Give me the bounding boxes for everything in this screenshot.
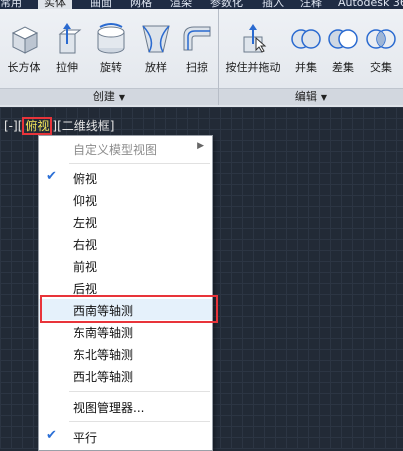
box-solid-icon bbox=[11, 26, 39, 54]
tab-home[interactable]: 常用 bbox=[0, 0, 22, 9]
view-context-menu: 自定义模型视图 ▶ ✔ 俯视 仰视 左视 右视 前视 后视 西南等轴测 东南等轴… bbox=[38, 135, 213, 451]
loft-icon bbox=[142, 25, 170, 53]
menu-item-view-manager[interactable]: 视图管理器... bbox=[39, 396, 212, 417]
tab-mesh[interactable]: 网格 bbox=[130, 0, 152, 9]
presspull-label: 按住并拖动 bbox=[225, 61, 281, 74]
sweep-icon bbox=[183, 26, 211, 51]
box-label: 长方体 bbox=[7, 61, 41, 74]
view-control[interactable]: 俯视 bbox=[22, 117, 53, 135]
menu-item-label: 右视 bbox=[73, 238, 98, 252]
menu-item-label: 仰视 bbox=[73, 194, 98, 208]
tab-annotate[interactable]: 注释 bbox=[300, 0, 322, 9]
intersect-button[interactable]: 交集 bbox=[361, 22, 401, 75]
panel-expand-icon: ▼ bbox=[320, 93, 328, 102]
union-label: 并集 bbox=[295, 61, 317, 74]
tab-parametric[interactable]: 参数化 bbox=[210, 0, 243, 9]
intersect-icon bbox=[366, 29, 396, 49]
tab-surface[interactable]: 曲面 bbox=[90, 0, 112, 9]
menu-item-custom-model-views: 自定义模型视图 ▶ bbox=[39, 138, 212, 159]
revolve-button[interactable]: 旋转 bbox=[91, 22, 131, 75]
ribbon: 常用 实体 曲面 网格 渲染 参数化 插入 注释 Autodesk 360 长方… bbox=[0, 0, 403, 107]
menu-item-parallel[interactable]: ✔ 平行 bbox=[39, 426, 212, 447]
menu-item-right[interactable]: 右视 bbox=[39, 233, 212, 254]
menu-separator bbox=[69, 421, 210, 422]
menu-item-label: 东北等轴测 bbox=[73, 348, 134, 362]
create-panel-title-text: 创建 bbox=[92, 90, 115, 103]
extrude-label: 拉伸 bbox=[56, 61, 78, 74]
menu-item-label: 自定义模型视图 bbox=[73, 143, 158, 157]
viewport-label-end: ] bbox=[109, 119, 115, 133]
menu-item-label: 左视 bbox=[73, 216, 98, 230]
menu-item-label: 东南等轴测 bbox=[73, 326, 134, 340]
menu-item-label: 前视 bbox=[73, 260, 98, 274]
submenu-arrow-icon: ▶ bbox=[197, 141, 204, 151]
menu-item-front[interactable]: 前视 bbox=[39, 255, 212, 276]
visual-style-control[interactable]: 二维线框 bbox=[62, 119, 110, 133]
edit-panel: 按住并拖动 并集 差集 交集 编辑 ▼ bbox=[219, 9, 403, 105]
extrude-icon bbox=[58, 23, 82, 54]
edit-panel-title-text: 编辑 bbox=[294, 90, 317, 103]
menu-item-top[interactable]: ✔ 俯视 bbox=[39, 167, 212, 188]
checkmark-icon: ✔ bbox=[46, 169, 57, 184]
panel-expand-icon: ▼ bbox=[118, 93, 126, 102]
union-icon bbox=[291, 29, 321, 49]
menu-item-nw-isometric[interactable]: 西北等轴测 bbox=[39, 365, 212, 386]
sweep-button[interactable]: 扫掠 bbox=[177, 22, 217, 75]
viewport-control-label: [-][俯视][二维线框] bbox=[4, 117, 115, 135]
loft-label: 放样 bbox=[145, 61, 167, 74]
menu-item-bottom[interactable]: 仰视 bbox=[39, 189, 212, 210]
menu-item-se-isometric[interactable]: 东南等轴测 bbox=[39, 321, 212, 342]
intersect-label: 交集 bbox=[370, 61, 392, 74]
tab-autodesk-360[interactable]: Autodesk 360 bbox=[338, 0, 403, 9]
tab-insert[interactable]: 插入 bbox=[262, 0, 284, 9]
menu-separator bbox=[69, 391, 210, 392]
menu-separator bbox=[69, 163, 210, 164]
presspull-button[interactable]: 按住并拖动 bbox=[222, 22, 284, 75]
viewport-menu-control[interactable]: [-][ bbox=[4, 119, 22, 133]
highlight-box bbox=[40, 295, 218, 323]
menu-item-label: 视图管理器... bbox=[73, 401, 145, 415]
edit-panel-title[interactable]: 编辑 ▼ bbox=[219, 88, 403, 105]
tab-render[interactable]: 渲染 bbox=[170, 0, 192, 9]
ribbon-tab-bar: 常用 实体 曲面 网格 渲染 参数化 插入 注释 Autodesk 360 bbox=[0, 0, 403, 9]
menu-item-label: 俯视 bbox=[73, 172, 98, 186]
menu-item-ne-isometric[interactable]: 东北等轴测 bbox=[39, 343, 212, 364]
union-button[interactable]: 并集 bbox=[286, 22, 326, 75]
box-button[interactable]: 长方体 bbox=[4, 22, 44, 75]
create-panel-title[interactable]: 创建 ▼ bbox=[0, 88, 218, 105]
menu-item-label: 平行 bbox=[73, 431, 98, 445]
tab-solid[interactable]: 实体 bbox=[38, 0, 72, 9]
subtract-icon bbox=[328, 29, 358, 49]
checkmark-icon: ✔ bbox=[46, 428, 57, 443]
sweep-label: 扫掠 bbox=[186, 61, 208, 74]
loft-button[interactable]: 放样 bbox=[136, 22, 176, 75]
menu-item-label: 西北等轴测 bbox=[73, 370, 134, 384]
viewport-separator: ][ bbox=[52, 119, 62, 133]
extrude-button[interactable]: 拉伸 bbox=[47, 22, 87, 75]
create-panel: 长方体 拉伸 旋转 放样 扫掠 创建 ▼ bbox=[0, 9, 219, 105]
subtract-button[interactable]: 差集 bbox=[323, 22, 363, 75]
presspull-icon bbox=[243, 24, 267, 53]
subtract-label: 差集 bbox=[332, 61, 354, 74]
revolve-label: 旋转 bbox=[100, 61, 122, 74]
menu-item-left[interactable]: 左视 bbox=[39, 211, 212, 232]
revolve-icon bbox=[97, 23, 125, 54]
